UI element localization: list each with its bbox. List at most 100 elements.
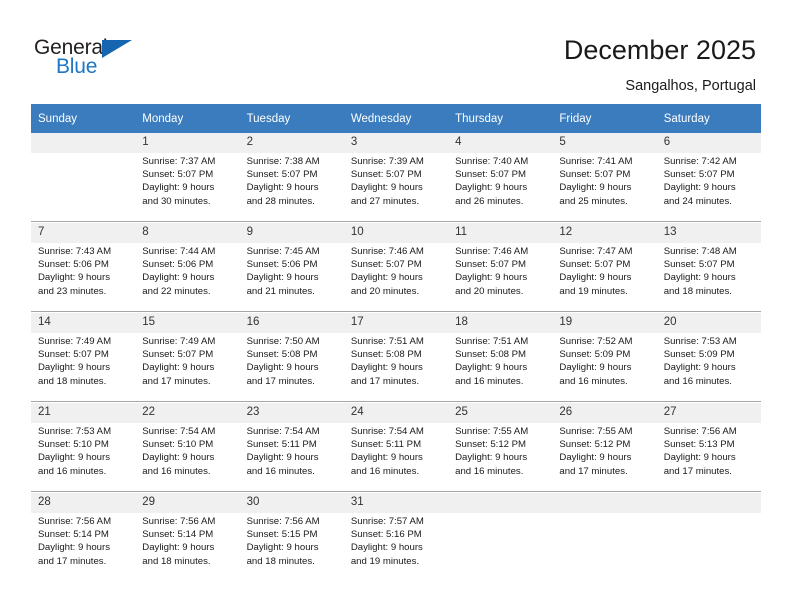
day-number[interactable]: 18 bbox=[448, 313, 553, 333]
day-info: Sunrise: 7:39 AM Sunset: 5:07 PM Dayligh… bbox=[343, 153, 449, 222]
sunrise-text: Sunrise: 7:42 AM bbox=[663, 156, 737, 167]
day-info: Sunrise: 7:52 AM Sunset: 5:09 PM Dayligh… bbox=[552, 333, 657, 402]
day-number[interactable]: 30 bbox=[239, 493, 344, 513]
daylight-text-line1: Daylight: 9 hours bbox=[350, 272, 423, 284]
sunrise-text: Sunrise: 7:56 AM bbox=[663, 426, 737, 437]
day-number[interactable]: 28 bbox=[31, 493, 136, 513]
daylight-text-line1: Daylight: 9 hours bbox=[455, 362, 528, 374]
day-cell-empty bbox=[31, 133, 136, 153]
day-number[interactable]: 1 bbox=[135, 133, 240, 153]
day-info: Sunrise: 7:53 AM Sunset: 5:10 PM Dayligh… bbox=[31, 423, 136, 492]
day-number[interactable]: 14 bbox=[31, 313, 136, 333]
daylight-text-line1: Daylight: 9 hours bbox=[350, 362, 423, 374]
day-number[interactable]: 3 bbox=[343, 133, 449, 153]
sunset-text: Sunset: 5:11 PM bbox=[350, 439, 422, 451]
sunrise-sunset-calendar: Sunday Monday Tuesday Wednesday Thursday… bbox=[31, 104, 761, 581]
daylight-text-line2: and 16 minutes. bbox=[38, 465, 107, 477]
daylight-text-line1: Daylight: 9 hours bbox=[350, 542, 423, 554]
day-info: Sunrise: 7:49 AM Sunset: 5:07 PM Dayligh… bbox=[135, 333, 240, 402]
day-number[interactable]: 2 bbox=[239, 133, 344, 153]
day-number[interactable]: 12 bbox=[552, 223, 657, 243]
day-number[interactable]: 27 bbox=[656, 403, 761, 423]
sunrise-text: Sunrise: 7:48 AM bbox=[663, 246, 737, 257]
sunset-text: Sunset: 5:13 PM bbox=[663, 439, 735, 451]
daylight-text-line2: and 16 minutes. bbox=[455, 375, 524, 387]
day-number[interactable]: 7 bbox=[31, 223, 136, 243]
day-number[interactable]: 31 bbox=[343, 493, 449, 513]
day-info: Sunrise: 7:56 AM Sunset: 5:14 PM Dayligh… bbox=[135, 513, 240, 581]
day-number[interactable]: 5 bbox=[552, 133, 657, 153]
sunrise-text: Sunrise: 7:55 AM bbox=[559, 426, 633, 437]
day-info: Sunrise: 7:55 AM Sunset: 5:12 PM Dayligh… bbox=[448, 423, 553, 492]
daylight-text-line2: and 24 minutes. bbox=[663, 195, 732, 207]
day-info: Sunrise: 7:55 AM Sunset: 5:12 PM Dayligh… bbox=[552, 423, 657, 492]
day-number[interactable]: 19 bbox=[552, 313, 657, 333]
day-number[interactable]: 26 bbox=[552, 403, 657, 423]
sunset-text: Sunset: 5:08 PM bbox=[455, 349, 527, 361]
day-info: Sunrise: 7:56 AM Sunset: 5:13 PM Dayligh… bbox=[656, 423, 761, 492]
daylight-text-line2: and 20 minutes. bbox=[455, 285, 524, 297]
daylight-text-line1: Daylight: 9 hours bbox=[559, 362, 632, 374]
day-number[interactable]: 29 bbox=[135, 493, 240, 513]
sunrise-text: Sunrise: 7:49 AM bbox=[142, 336, 216, 347]
sunrise-text: Sunrise: 7:39 AM bbox=[350, 156, 424, 167]
day-number[interactable]: 24 bbox=[343, 403, 449, 423]
sunset-text: Sunset: 5:07 PM bbox=[559, 169, 631, 181]
day-number[interactable]: 16 bbox=[239, 313, 344, 333]
daylight-text-line2: and 17 minutes. bbox=[142, 375, 211, 387]
sunrise-text: Sunrise: 7:54 AM bbox=[246, 426, 320, 437]
day-number[interactable]: 8 bbox=[135, 223, 240, 243]
daylight-text-line1: Daylight: 9 hours bbox=[663, 362, 736, 374]
sunrise-text: Sunrise: 7:41 AM bbox=[559, 156, 633, 167]
day-number[interactable]: 25 bbox=[448, 403, 553, 423]
day-info: Sunrise: 7:54 AM Sunset: 5:11 PM Dayligh… bbox=[343, 423, 449, 492]
daylight-text-line2: and 27 minutes. bbox=[350, 195, 420, 207]
daylight-text-line1: Daylight: 9 hours bbox=[350, 182, 423, 194]
daylight-text-line2: and 18 minutes. bbox=[663, 285, 732, 297]
daylight-text-line1: Daylight: 9 hours bbox=[246, 272, 319, 284]
sunset-text: Sunset: 5:14 PM bbox=[142, 529, 214, 541]
day-number[interactable]: 23 bbox=[239, 403, 344, 423]
sunrise-text: Sunrise: 7:49 AM bbox=[38, 336, 112, 347]
day-number[interactable]: 17 bbox=[343, 313, 449, 333]
sunrise-text: Sunrise: 7:50 AM bbox=[246, 336, 320, 347]
sunrise-text: Sunrise: 7:44 AM bbox=[142, 246, 216, 257]
sunset-text: Sunset: 5:09 PM bbox=[559, 349, 631, 361]
day-number[interactable]: 13 bbox=[656, 223, 761, 243]
day-info: Sunrise: 7:50 AM Sunset: 5:08 PM Dayligh… bbox=[239, 333, 344, 402]
sunrise-text: Sunrise: 7:51 AM bbox=[455, 336, 529, 347]
sunrise-text: Sunrise: 7:51 AM bbox=[350, 336, 424, 347]
daylight-text-line1: Daylight: 9 hours bbox=[142, 182, 215, 194]
day-number[interactable]: 9 bbox=[239, 223, 344, 243]
sunset-text: Sunset: 5:07 PM bbox=[246, 169, 318, 181]
daylight-text-line1: Daylight: 9 hours bbox=[142, 452, 215, 464]
day-number[interactable]: 10 bbox=[343, 223, 449, 243]
day-number[interactable]: 6 bbox=[656, 133, 761, 153]
weekday-header-monday: Monday bbox=[135, 104, 240, 133]
daylight-text-line2: and 30 minutes. bbox=[142, 195, 211, 207]
day-number[interactable]: 15 bbox=[135, 313, 240, 333]
sunrise-text: Sunrise: 7:47 AM bbox=[559, 246, 633, 257]
sunset-text: Sunset: 5:11 PM bbox=[246, 439, 317, 451]
daylight-text-line1: Daylight: 9 hours bbox=[246, 542, 319, 554]
sunset-text: Sunset: 5:12 PM bbox=[455, 439, 527, 451]
sunrise-text: Sunrise: 7:56 AM bbox=[38, 516, 112, 527]
day-number[interactable]: 20 bbox=[656, 313, 761, 333]
day-number[interactable]: 22 bbox=[135, 403, 240, 423]
day-info: Sunrise: 7:41 AM Sunset: 5:07 PM Dayligh… bbox=[552, 153, 657, 222]
sunrise-text: Sunrise: 7:57 AM bbox=[350, 516, 424, 527]
day-info: Sunrise: 7:46 AM Sunset: 5:07 PM Dayligh… bbox=[343, 243, 449, 312]
daylight-text-line1: Daylight: 9 hours bbox=[663, 182, 736, 194]
day-info-empty bbox=[552, 513, 657, 581]
general-blue-logo[interactable]: General Blue bbox=[34, 36, 164, 82]
sunset-text: Sunset: 5:09 PM bbox=[663, 349, 735, 361]
day-info: Sunrise: 7:56 AM Sunset: 5:15 PM Dayligh… bbox=[239, 513, 344, 581]
daylight-text-line1: Daylight: 9 hours bbox=[38, 362, 110, 374]
day-number[interactable]: 11 bbox=[448, 223, 553, 243]
logo-triangle-icon bbox=[102, 40, 132, 58]
weekday-header-sunday: Sunday bbox=[31, 104, 136, 133]
day-number[interactable]: 4 bbox=[448, 133, 553, 153]
day-number[interactable]: 21 bbox=[31, 403, 136, 423]
sunrise-text: Sunrise: 7:46 AM bbox=[455, 246, 529, 257]
sunset-text: Sunset: 5:07 PM bbox=[663, 169, 735, 181]
